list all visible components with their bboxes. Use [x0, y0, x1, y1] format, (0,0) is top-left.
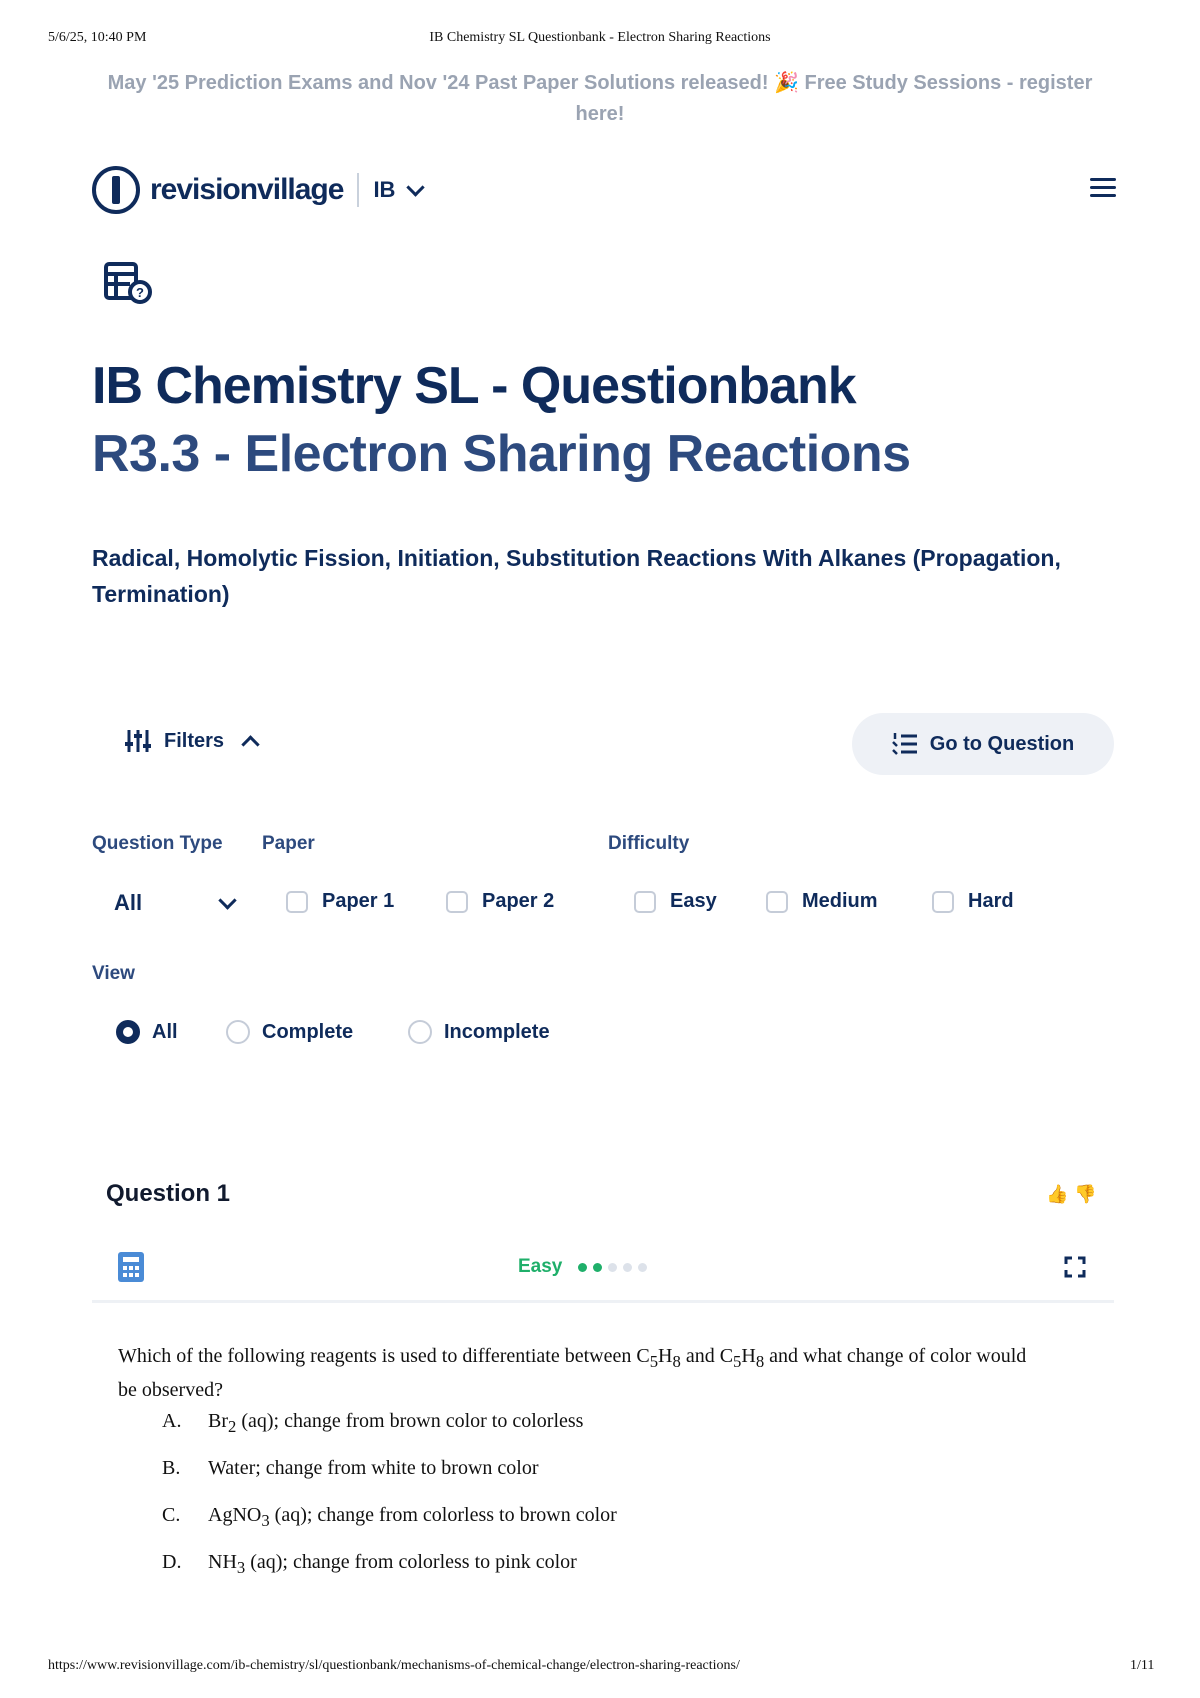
- difficulty-label: Difficulty: [608, 833, 690, 854]
- question-type-value: All: [114, 890, 143, 915]
- checkbox-box[interactable]: [446, 890, 468, 913]
- site-header: revisionvillage IB: [92, 164, 426, 216]
- view-label: View: [92, 963, 135, 984]
- numbered-list-icon: [891, 733, 917, 755]
- paper-1-checkbox[interactable]: Paper 1: [286, 890, 394, 913]
- option-key: C.: [162, 1504, 181, 1526]
- option-key: B.: [162, 1457, 181, 1479]
- view-all-label: All: [152, 1020, 178, 1043]
- option-text: NH3 (aq); change from colorless to pink …: [208, 1551, 577, 1577]
- paper-1-label: Paper 1: [322, 890, 395, 912]
- difficulty-dot: [638, 1262, 648, 1272]
- print-page-number: 1/11: [1130, 1658, 1155, 1673]
- medium-label: Medium: [802, 890, 878, 912]
- hamburger-menu-icon[interactable]: [1090, 178, 1116, 200]
- card-divider: [92, 1300, 1114, 1303]
- paper-2-checkbox[interactable]: Paper 2: [446, 890, 554, 913]
- thumbs-down-icon[interactable]: 👎: [1074, 1184, 1096, 1205]
- difficulty-dot: [578, 1262, 588, 1272]
- difficulty-dots: [572, 1262, 648, 1272]
- go-to-question-button[interactable]: Go to Question: [852, 713, 1114, 775]
- radio-dot-selected[interactable]: [116, 1020, 140, 1044]
- option-key: D.: [162, 1551, 182, 1573]
- filters-toggle[interactable]: Filters: [124, 728, 260, 754]
- answer-option: C. AgNO3 (aq); change from colorless to …: [162, 1504, 617, 1531]
- view-all-radio[interactable]: All: [116, 1020, 178, 1044]
- checkbox-box[interactable]: [766, 890, 788, 913]
- go-to-question-label: Go to Question: [929, 732, 1075, 755]
- calculator-icon: [118, 1252, 144, 1282]
- radio-dot[interactable]: [226, 1020, 250, 1044]
- question-type-select[interactable]: All: [114, 890, 237, 916]
- difficulty-text: Easy: [518, 1256, 563, 1277]
- page-title: IB Chemistry SL - Questionbank: [92, 357, 857, 415]
- view-complete-label: Complete: [262, 1020, 354, 1043]
- view-incomplete-label: Incomplete: [444, 1020, 550, 1043]
- option-text: AgNO3 (aq); change from colorless to bro…: [208, 1504, 617, 1530]
- view-incomplete-radio[interactable]: Incomplete: [408, 1020, 550, 1044]
- paper-2-label: Paper 2: [482, 890, 555, 912]
- svg-text:?: ?: [136, 285, 144, 300]
- logo-text[interactable]: revisionvillage: [150, 173, 344, 207]
- hard-label: Hard: [968, 890, 1014, 912]
- filters-label: Filters: [164, 729, 225, 752]
- logo-icon[interactable]: [92, 166, 140, 214]
- thumbs-up-icon[interactable]: 👍: [1046, 1184, 1068, 1205]
- option-key: A.: [162, 1410, 182, 1432]
- chevron-up-icon: [241, 734, 260, 754]
- question-title: Question 1: [106, 1180, 231, 1207]
- answer-option: A. Br2 (aq); change from brown color to …: [162, 1410, 583, 1437]
- print-url: https://www.revisionvillage.com/ib-chemi…: [48, 1658, 740, 1673]
- fullscreen-icon[interactable]: [1064, 1256, 1086, 1278]
- curriculum-selector[interactable]: IB: [373, 177, 426, 203]
- option-text: Water; change from white to brown color: [208, 1457, 539, 1479]
- difficulty-indicator: Easy: [518, 1256, 648, 1278]
- difficulty-dot: [593, 1262, 603, 1272]
- nav-divider: [357, 173, 360, 207]
- answer-option: B. Water; change from white to brown col…: [162, 1457, 539, 1480]
- question-prompt: Which of the following reagents is used …: [118, 1345, 1027, 1401]
- questionbank-icon: ?: [104, 262, 152, 304]
- option-text: Br2 (aq); change from brown color to col…: [208, 1410, 584, 1436]
- medium-checkbox[interactable]: Medium: [766, 890, 878, 913]
- feedback-buttons: 👍 👎: [1046, 1184, 1097, 1205]
- easy-checkbox[interactable]: Easy: [634, 890, 717, 913]
- topic-title: R3.3 - Electron Sharing Reactions: [92, 425, 911, 483]
- paper-label: Paper: [262, 833, 315, 854]
- checkbox-box[interactable]: [932, 890, 954, 913]
- checkbox-box[interactable]: [634, 890, 656, 913]
- checkbox-box[interactable]: [286, 890, 308, 913]
- answer-option: D. NH3 (aq); change from colorless to pi…: [162, 1551, 577, 1578]
- question-type-label: Question Type: [92, 833, 223, 854]
- chevron-down-icon: [406, 177, 426, 197]
- announcement-banner[interactable]: May '25 Prediction Exams and Nov '24 Pas…: [100, 68, 1100, 130]
- difficulty-dot: [623, 1262, 633, 1272]
- difficulty-dot: [608, 1262, 618, 1272]
- view-complete-radio[interactable]: Complete: [226, 1020, 353, 1044]
- hard-checkbox[interactable]: Hard: [932, 890, 1014, 913]
- sliders-icon: [125, 730, 151, 752]
- radio-dot[interactable]: [408, 1020, 432, 1044]
- chevron-down-icon: [218, 890, 237, 910]
- print-title: IB Chemistry SL Questionbank - Electron …: [429, 30, 771, 45]
- subtopic-title: Radical, Homolytic Fission, Initiation, …: [92, 545, 1061, 607]
- easy-label: Easy: [670, 890, 717, 912]
- curriculum-label: IB: [373, 177, 396, 202]
